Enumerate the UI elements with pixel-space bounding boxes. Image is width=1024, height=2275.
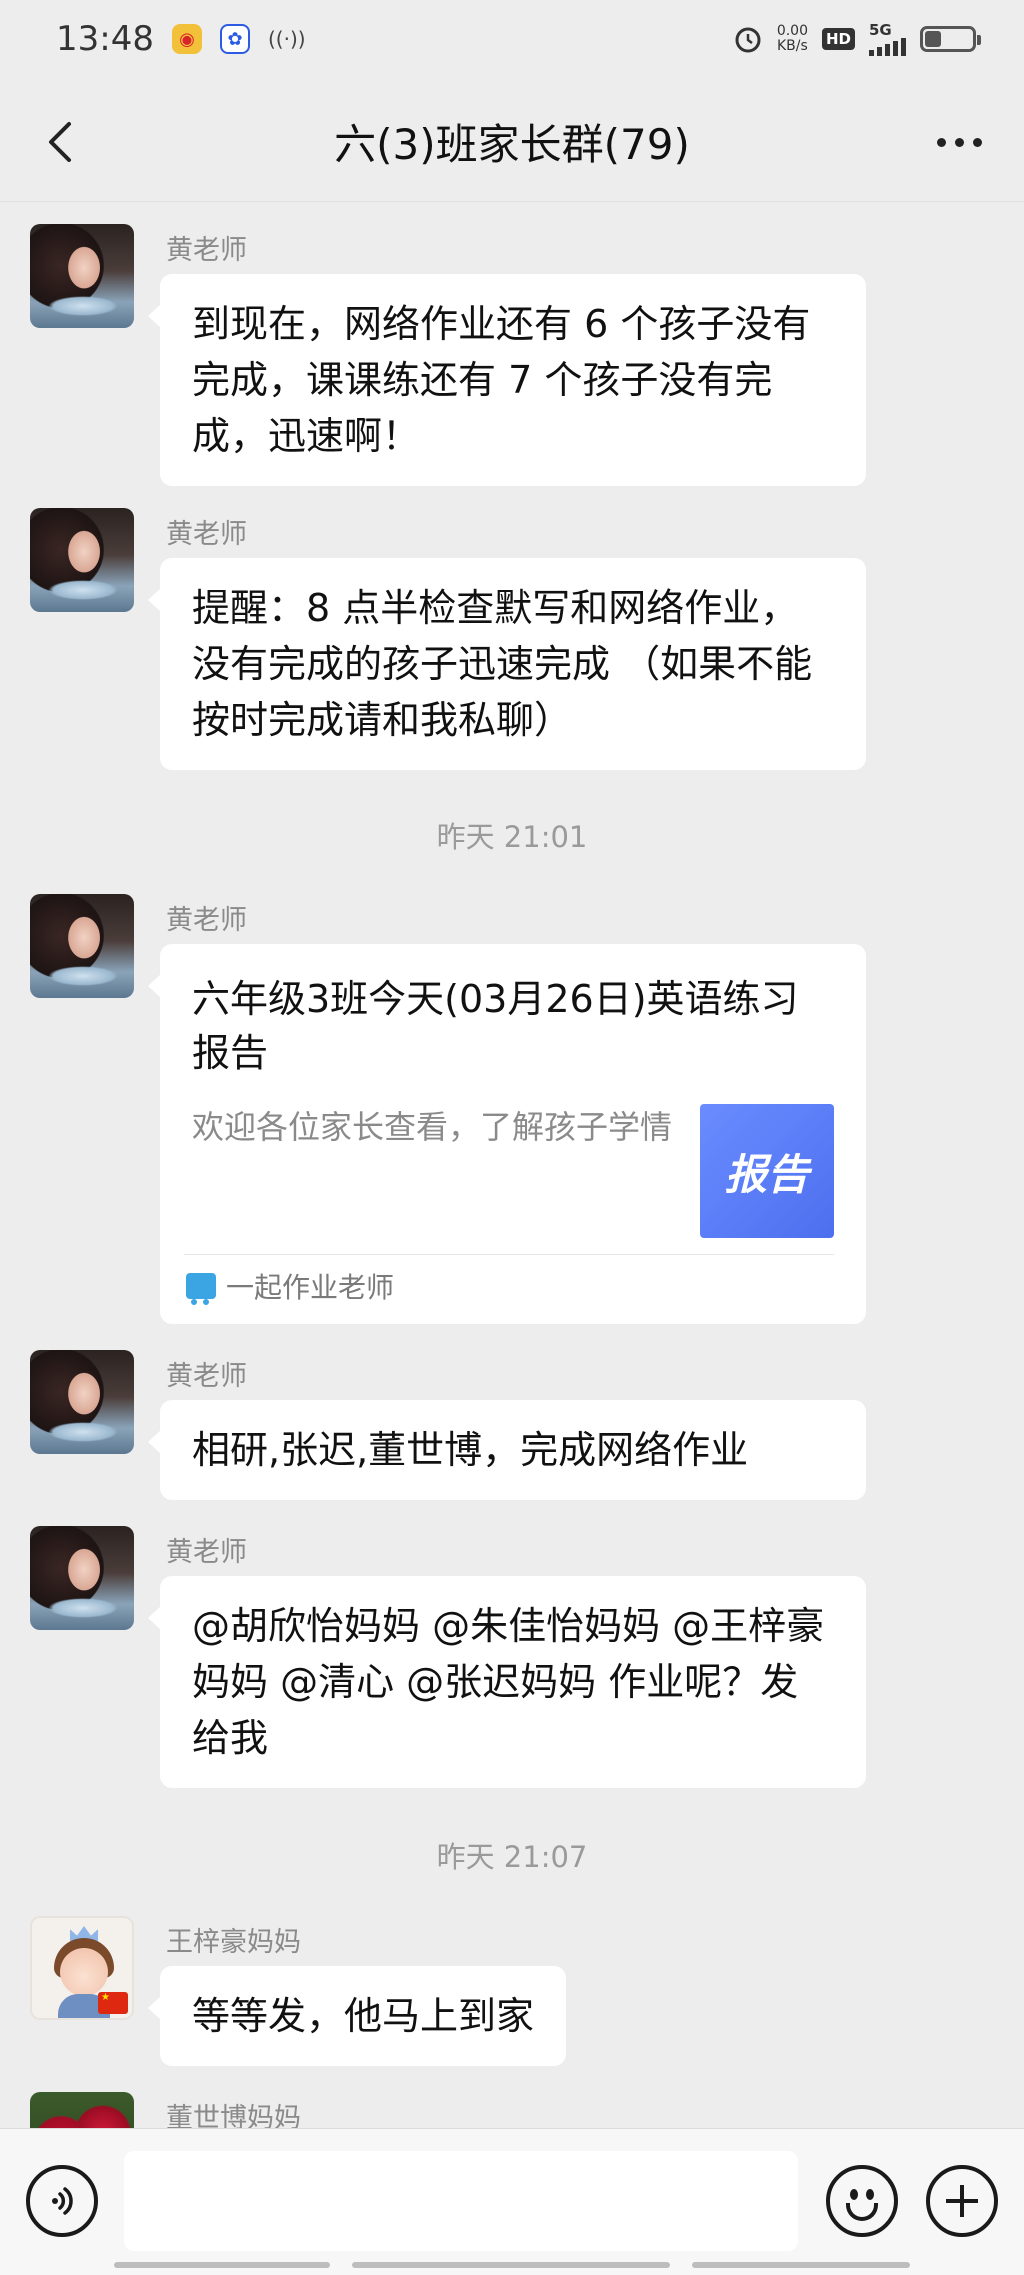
link-card[interactable]: 六年级3班今天(03月26日)英语练习报告 欢迎各位家长查看，了解孩子学情 报告… [148, 944, 866, 1324]
time-divider: 昨天 21:01 [436, 820, 588, 854]
china-flag-icon: ★ [98, 1992, 128, 2014]
card-title: 六年级3班今天(03月26日)英语练习报告 [192, 977, 799, 1075]
nfc-icon: ((·)) [267, 27, 306, 51]
status-left: 13:48 ◉ ✿ ((·)) [56, 19, 306, 59]
chat-header: 六(3)班家长群(79) [0, 82, 1024, 202]
sender-name: 黄老师 [166, 1361, 247, 1392]
chevron-left-icon [49, 122, 71, 162]
alarm-icon [733, 24, 763, 54]
nav-indicator [692, 2262, 910, 2268]
emoji-icon [850, 2189, 858, 2200]
hd-badge: HD [821, 28, 855, 50]
avatar[interactable] [30, 1526, 134, 1630]
sender-name: 王梓豪妈妈 [166, 1927, 301, 1958]
card-source-label: 一起作业老师 [226, 1271, 395, 1304]
avatar[interactable] [30, 2092, 134, 2128]
voice-icon [52, 2187, 73, 2215]
report-thumbnail: 报告 [700, 1104, 834, 1238]
avatar[interactable] [30, 1350, 134, 1454]
avatar[interactable]: ★ [30, 1916, 134, 2020]
more-actions-button[interactable] [926, 2165, 998, 2237]
card-source: 一起作业老师 [186, 1266, 394, 1306]
voice-button[interactable] [26, 2165, 98, 2237]
card-divider [184, 1254, 834, 1255]
sender-name: 黄老师 [166, 235, 247, 266]
emoji-button[interactable] [826, 2165, 898, 2237]
nav-indicator [114, 2262, 330, 2268]
net-speed-value: 0.00 [776, 23, 808, 39]
avatar[interactable] [30, 508, 134, 612]
more-button[interactable] [924, 112, 994, 172]
sender-name: 黄老师 [166, 519, 247, 550]
app-source-icon [186, 1273, 216, 1305]
message-bubble[interactable]: 等等发，他马上到家 [147, 1966, 567, 2066]
status-right: 0.00 KB/s HD 5G [733, 20, 981, 56]
message-bubble[interactable]: 提醒：8 点半检查默写和网络作业，没有完成的孩子迅速完成 （如果不能按时完成请和… [148, 558, 866, 770]
sender-name: 黄老师 [166, 1537, 247, 1568]
battery-icon [920, 26, 981, 52]
message-bubble[interactable]: @胡欣怡妈妈 @朱佳怡妈妈 @王梓豪妈妈 @清心 @张迟妈妈 作业呢？发给我 [148, 1576, 866, 1788]
card-description: 欢迎各位家长查看，了解孩子学情 [192, 1108, 673, 1146]
page-title: 六(3)班家长群(79) [334, 120, 690, 169]
net-speed: 0.00 KB/s [777, 24, 808, 54]
status-bar: 13:48 ◉ ✿ ((·)) 0.00 KB/s HD 5G [0, 0, 1024, 78]
message-bubble[interactable]: 到现在，网络作业还有 6 个孩子没有完成，课课练还有 7 个孩子没有完成，迅速啊… [148, 274, 866, 486]
chat-area[interactable]: 黄老师 到现在，网络作业还有 6 个孩子没有完成，课课练还有 7 个孩子没有完成… [0, 202, 1024, 2128]
sender-name: 黄老师 [166, 905, 247, 936]
avatar[interactable] [30, 224, 134, 328]
input-bar [0, 2128, 1024, 2275]
network-type: 5G [869, 20, 892, 39]
signal-bars-icon [869, 37, 906, 56]
message-input[interactable] [124, 2151, 798, 2251]
time-divider: 昨天 21:07 [436, 1840, 588, 1874]
message-bubble[interactable]: 相研,张迟,董世博，完成网络作业 [148, 1400, 866, 1500]
back-button[interactable] [30, 112, 90, 172]
avatar[interactable] [30, 894, 134, 998]
status-time: 13:48 [56, 19, 154, 59]
weibo-icon: ◉ [171, 24, 202, 54]
nav-indicator [352, 2262, 670, 2268]
net-speed-unit: KB/s [777, 38, 808, 54]
dot-icon [936, 137, 946, 147]
signal-indicator: 5G [869, 20, 906, 56]
sender-name: 董世博妈妈 [166, 2103, 301, 2128]
battery-fill [925, 31, 942, 47]
baidu-icon: ✿ [219, 24, 250, 54]
dot-icon [954, 137, 964, 147]
dot-icon [972, 137, 982, 147]
